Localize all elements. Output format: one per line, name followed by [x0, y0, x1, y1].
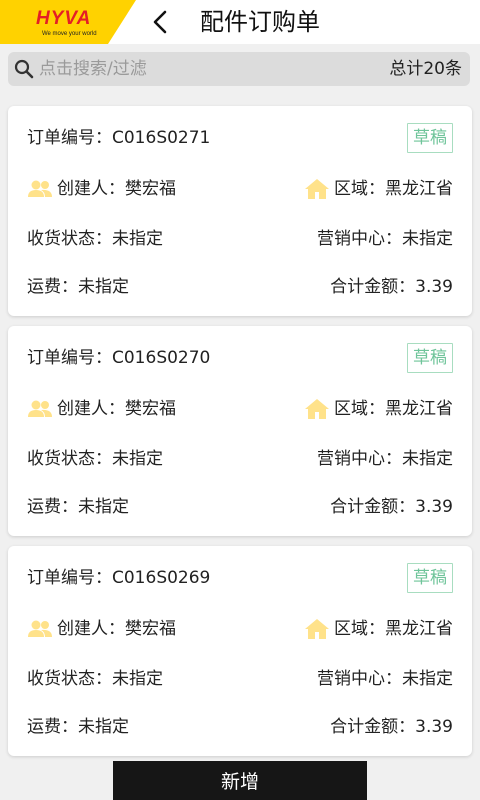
- receipt-value: 未指定: [112, 449, 163, 469]
- order-no-label: 订单编号：: [27, 128, 112, 148]
- home-icon: [305, 619, 329, 639]
- total-count: 总计20条: [389, 59, 462, 79]
- users-icon: [28, 620, 52, 637]
- region-label: 区域：: [334, 399, 385, 419]
- center-value: 未指定: [402, 449, 453, 469]
- search-placeholder: 点击搜索/过滤: [39, 59, 147, 79]
- app-header: HYVA We move your world 配件订购单: [0, 0, 480, 44]
- svg-text:We move your world: We move your world: [42, 31, 97, 37]
- status-badge: 草稿: [407, 123, 453, 153]
- creator-label: 创建人：: [57, 399, 125, 419]
- creator-name: 樊宏福: [125, 619, 176, 639]
- receipt-label: 收货状态：: [27, 449, 112, 469]
- amount-value: 3.39: [415, 277, 453, 297]
- freight-value: 未指定: [78, 277, 129, 297]
- page-title: 配件订购单: [200, 8, 320, 36]
- center-value: 未指定: [402, 669, 453, 689]
- status-badge: 草稿: [407, 563, 453, 593]
- search-bar[interactable]: 点击搜索/过滤 总计20条: [8, 52, 470, 86]
- receipt-label: 收货状态：: [27, 229, 112, 249]
- order-no-label: 订单编号：: [27, 568, 112, 588]
- order-card[interactable]: 订单编号： C016S0270 草稿 创建人： 樊宏福 区域： 黑龙江省 收货状…: [8, 326, 472, 536]
- receipt-label: 收货状态：: [27, 669, 112, 689]
- add-button[interactable]: 新增: [113, 761, 367, 800]
- status-badge: 草稿: [407, 343, 453, 373]
- amount-label: 合计金额：: [330, 277, 416, 297]
- back-button[interactable]: [144, 6, 176, 38]
- home-icon: [305, 399, 329, 419]
- order-no: C016S0269: [112, 568, 211, 588]
- region-label: 区域：: [334, 179, 385, 199]
- hyva-logo: HYVA We move your world: [0, 0, 136, 44]
- center-label: 营销中心：: [317, 669, 402, 689]
- search-icon: [14, 59, 34, 79]
- region-value: 黑龙江省: [385, 619, 453, 639]
- users-icon: [28, 400, 52, 417]
- order-no: C016S0270: [112, 348, 211, 368]
- freight-value: 未指定: [78, 717, 129, 737]
- region-value: 黑龙江省: [385, 179, 453, 199]
- users-icon: [28, 180, 52, 197]
- region-value: 黑龙江省: [385, 399, 453, 419]
- creator-name: 樊宏福: [125, 399, 176, 419]
- center-label: 营销中心：: [317, 229, 402, 249]
- freight-label: 运费：: [27, 277, 78, 297]
- receipt-value: 未指定: [112, 229, 163, 249]
- center-label: 营销中心：: [317, 449, 402, 469]
- freight-label: 运费：: [27, 497, 78, 517]
- order-card[interactable]: 订单编号： C016S0269 草稿 创建人： 樊宏福 区域： 黑龙江省 收货状…: [8, 546, 472, 756]
- region-label: 区域：: [334, 619, 385, 639]
- amount-label: 合计金额：: [330, 717, 416, 737]
- amount-value: 3.39: [415, 717, 453, 737]
- creator-name: 樊宏福: [125, 179, 176, 199]
- home-icon: [305, 179, 329, 199]
- freight-label: 运费：: [27, 717, 78, 737]
- amount-value: 3.39: [415, 497, 453, 517]
- chevron-left-icon: [153, 10, 167, 34]
- freight-value: 未指定: [78, 497, 129, 517]
- order-no-label: 订单编号：: [27, 348, 112, 368]
- svg-text:HYVA: HYVA: [36, 8, 91, 29]
- amount-label: 合计金额：: [330, 497, 416, 517]
- order-card[interactable]: 订单编号： C016S0271 草稿 创建人： 樊宏福 区域： 黑龙江省 收货状…: [8, 106, 472, 316]
- order-no: C016S0271: [112, 128, 211, 148]
- center-value: 未指定: [402, 229, 453, 249]
- creator-label: 创建人：: [57, 619, 125, 639]
- receipt-value: 未指定: [112, 669, 163, 689]
- creator-label: 创建人：: [57, 179, 125, 199]
